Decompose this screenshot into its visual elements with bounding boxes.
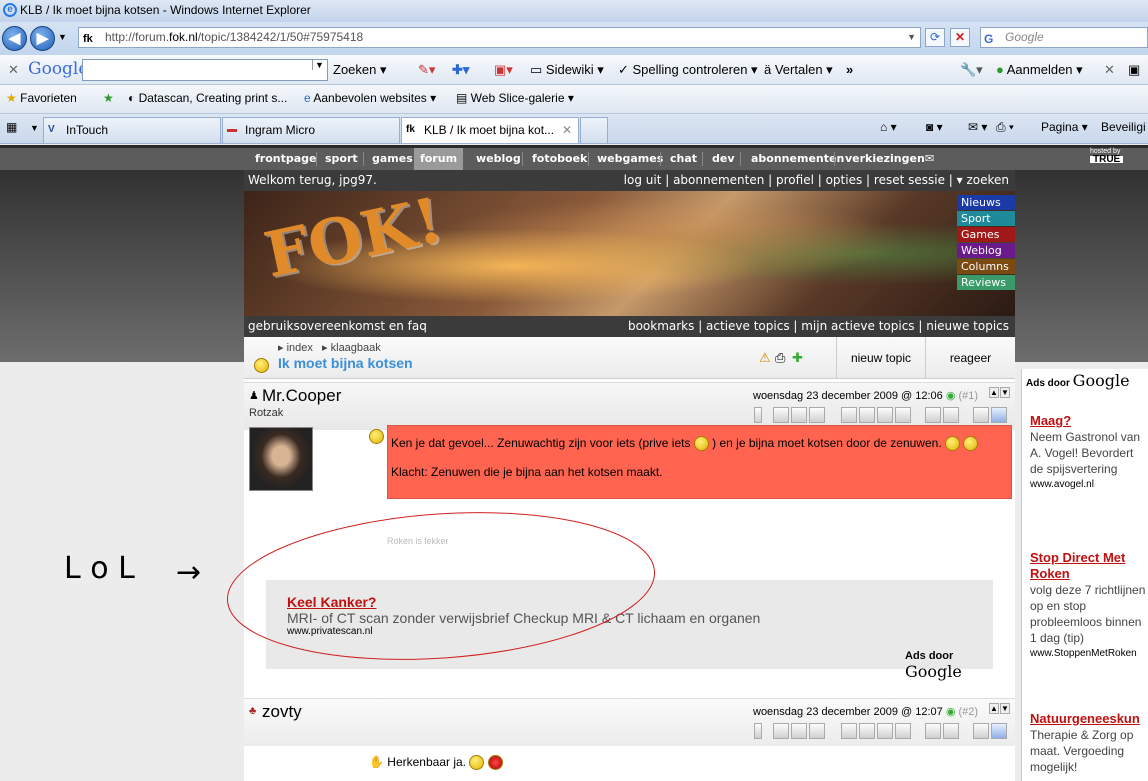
plus-icon[interactable]: ✚▾ — [452, 62, 469, 78]
tab-list-dropdown-icon[interactable]: ▼ — [30, 123, 39, 133]
url-prefix: http://forum. — [105, 30, 170, 44]
tab-bar: ▦ ▼ V InTouch ▬ Ingram Micro fk KLB / Ik mo… — [0, 114, 1148, 144]
ie-icon: e — [304, 91, 311, 105]
annotation-overlay: L o L → — [64, 512, 656, 660]
arrow-annotation: → — [176, 555, 201, 590]
lol-annotation: L o L — [64, 551, 135, 586]
ie-logo-icon: e — [3, 3, 17, 17]
signin-button[interactable]: ● Aanmelden ▾ — [996, 62, 1083, 78]
google-search-input[interactable] — [82, 59, 328, 81]
home-icon[interactable]: ⌂ ▾ — [880, 120, 897, 134]
google-search-label: Zoeken — [333, 62, 377, 77]
tab-klb-label: KLB / Ik moet bijna kot... — [424, 123, 555, 137]
url-domain: fok.nl — [169, 30, 198, 44]
red-circle-annotation — [226, 512, 656, 660]
toolbar-extra-icon[interactable]: ▣ — [1128, 62, 1140, 78]
spellcheck-button[interactable]: ✓ Spelling controleren ▾ — [618, 62, 758, 78]
tab-intouch[interactable]: V InTouch — [43, 117, 221, 143]
wrench-icon[interactable]: 🔧▾ — [960, 62, 983, 78]
more-chevron-icon[interactable]: » — [846, 62, 853, 77]
search-input[interactable]: G Google — [980, 27, 1148, 48]
address-toolbar: ◀ ▶ ▼ fk http://forum.fok.nl/topic/138424… — [0, 22, 1148, 55]
back-button[interactable]: ◀ — [2, 26, 27, 51]
signin-label: Aanmelden — [1006, 62, 1073, 77]
ingram-favicon-icon: ▬ — [227, 124, 237, 135]
close-tab-icon[interactable]: ✕ — [562, 118, 572, 142]
suggested-sites-label: Aanbevolen websites — [313, 91, 427, 105]
spellcheck-label: Spelling controleren — [632, 62, 748, 77]
google-search-button[interactable]: Zoeken ▾ — [333, 62, 387, 78]
url-input[interactable]: fk http://forum.fok.nl/topic/1384242/1/50… — [78, 27, 921, 48]
page-menu-label: Pagina — [1041, 120, 1079, 134]
favorite-datascan[interactable]: ◐ Datascan, Creating print s... — [128, 91, 287, 105]
fok-tab-favicon-icon: fk — [406, 124, 415, 135]
security-menu[interactable]: Beveiligi — [1101, 120, 1146, 134]
sidewiki-button[interactable]: ▭ Sidewiki ▾ — [530, 62, 604, 78]
intouch-favicon-icon: V — [48, 124, 55, 135]
mail-icon[interactable]: ✉ ▾ — [968, 120, 987, 134]
stop-icon[interactable]: ✕ — [950, 28, 970, 47]
favorite-webslice[interactable]: ▤ Web Slice-galerie ▾ — [456, 91, 574, 105]
feeds-icon[interactable]: ◙ ▾ — [926, 120, 943, 134]
google-search-icon: G — [984, 32, 994, 46]
green-dot-icon: ● — [996, 62, 1004, 77]
star-icon: ★ — [6, 91, 17, 105]
refresh-icon[interactable]: ⟳ — [925, 28, 945, 47]
add-favorite-icon[interactable]: ★ — [103, 91, 114, 105]
sidewiki-label: Sidewiki — [545, 62, 594, 77]
window-titlebar: e KLB / Ik moet bijna kotsen - Windows I… — [0, 0, 1148, 22]
favorites-button[interactable]: ★ Favorieten — [6, 91, 77, 105]
forward-button[interactable]: ▶ — [30, 26, 55, 51]
translate-button[interactable]: ä Vertalen ▾ — [764, 62, 833, 78]
window-title: KLB / Ik moet bijna kotsen - Windows Int… — [20, 3, 311, 17]
translate-label: Vertalen — [774, 62, 823, 77]
page-menu[interactable]: Pagina ▾ — [1041, 120, 1088, 134]
url-dropdown-icon[interactable]: ▼ — [907, 28, 916, 47]
url-path: /topic/1384242/1/50#75975418 — [197, 30, 364, 44]
google-toolbar: ✕ Google ▼ Zoeken ▾ ✎▾ ✚▾ ▣▾ ▭ Sidewiki … — [0, 55, 1148, 85]
favorite-datascan-label: Datascan, Creating print s... — [138, 91, 288, 105]
close-google-icon[interactable]: ✕ — [1104, 62, 1115, 78]
page-viewport: frontpage sport games forum weblog fotob… — [0, 145, 1148, 781]
webslice-label: Web Slice-galerie — [470, 91, 565, 105]
tab-ingram[interactable]: ▬ Ingram Micro — [222, 117, 400, 143]
quick-tabs-icon[interactable]: ▦ — [6, 120, 17, 134]
google-search-dropdown-icon[interactable]: ▼ — [312, 60, 326, 70]
fok-favicon-icon: fk — [83, 33, 93, 45]
tab-intouch-label: InTouch — [66, 123, 109, 137]
favorite-suggested-sites[interactable]: e Aanbevolen websites ▾ — [304, 91, 436, 105]
history-dropdown-icon[interactable]: ▼ — [58, 32, 67, 42]
favorites-bar: ★ Favorieten ★ ◐ Datascan, Creating prin… — [0, 85, 1148, 114]
favorites-label: Favorieten — [20, 91, 77, 105]
tab-klb[interactable]: fk KLB / Ik moet bijna kot... ✕ — [401, 117, 579, 143]
new-tab-button[interactable] — [580, 117, 608, 143]
print-icon[interactable]: ⎙ ▾ — [996, 120, 1014, 135]
google-logo: Google — [28, 59, 89, 79]
popup-blocker-icon[interactable]: ▣▾ — [494, 62, 513, 78]
toolbar-tools-icon[interactable]: ✎▾ — [418, 62, 435, 78]
tab-ingram-label: Ingram Micro — [245, 123, 316, 137]
search-placeholder: Google — [1005, 30, 1044, 44]
close-toolbar-icon[interactable]: ✕ — [8, 62, 19, 78]
